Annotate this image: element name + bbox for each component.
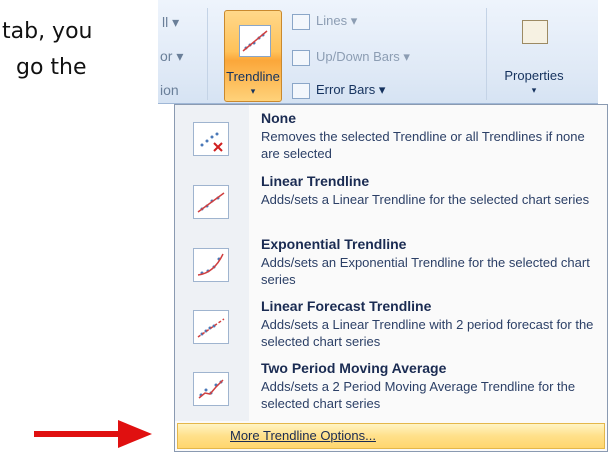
moving-average-icon [193, 372, 229, 406]
more-trendline-options-item[interactable]: More Trendline Options... [177, 423, 605, 449]
menu-item-exponential-trendline[interactable]: Exponential Trendline Adds/sets an Expon… [175, 234, 607, 297]
properties-icon [522, 20, 548, 44]
linear-trendline-icon [193, 185, 229, 219]
ribbon-separator [207, 8, 208, 100]
menu-item-title: Linear Trendline [261, 173, 370, 189]
lines-icon [292, 14, 310, 30]
ribbon-fragment-1[interactable]: ll ▾ [162, 14, 179, 31]
up-down-bars-label: Up/Down Bars ▾ [316, 49, 410, 64]
ribbon: ll ▾ or ▾ ion Trendline ▾ Lines ▾ Up/Dow… [158, 0, 598, 104]
ribbon-fragment-3[interactable]: ion [160, 82, 179, 98]
menu-item-description: Adds/sets a Linear Trendline with 2 peri… [261, 317, 594, 349]
trendline-dropdown-menu: None Removes the selected Trendline or a… [174, 104, 608, 452]
chevron-down-icon: ▾ [531, 86, 537, 96]
red-arrow-icon [34, 420, 152, 448]
menu-item-description: Adds/sets an Exponential Trendline for t… [261, 255, 590, 287]
more-trendline-options-label: More Trendline Options... [230, 428, 376, 443]
menu-item-description: Removes the selected Trendline or all Tr… [261, 129, 585, 161]
menu-item-description: Adds/sets a 2 Period Moving Average Tren… [261, 379, 576, 411]
slide-text: tab, you go the [0, 14, 150, 86]
slide-text-line-2: go the [16, 55, 87, 80]
linear-forecast-trendline-icon [193, 310, 229, 344]
up-down-bars-icon [292, 50, 310, 66]
chevron-down-icon: ▾ [250, 87, 256, 97]
trendline-label: Trendline [226, 69, 280, 84]
lines-label: Lines ▾ [316, 13, 358, 28]
exponential-trendline-icon [193, 248, 229, 282]
menu-item-two-period-moving-average[interactable]: Two Period Moving Average Adds/sets a 2 … [175, 358, 607, 421]
trendline-button[interactable]: Trendline ▾ [224, 10, 282, 102]
menu-item-linear-trendline[interactable]: Linear Trendline Adds/sets a Linear Tren… [175, 171, 607, 234]
slide-text-line-1: tab, you [2, 19, 93, 44]
menu-item-none[interactable]: None Removes the selected Trendline or a… [175, 108, 607, 171]
properties-label: Properties [504, 68, 564, 83]
menu-item-title: Exponential Trendline [261, 236, 407, 252]
menu-item-title: Linear Forecast Trendline [261, 298, 432, 314]
menu-item-linear-forecast-trendline[interactable]: Linear Forecast Trendline Adds/sets a Li… [175, 296, 607, 359]
trendline-none-icon [193, 122, 229, 156]
error-bars-label: Error Bars ▾ [316, 82, 386, 97]
error-bars-icon [292, 83, 310, 99]
ribbon-separator [486, 8, 487, 100]
properties-button[interactable]: Properties ▾ [496, 12, 572, 96]
ribbon-fragment-2[interactable]: or ▾ [160, 48, 183, 65]
trendline-icon [239, 25, 271, 57]
menu-item-title: None [261, 110, 296, 126]
menu-item-title: Two Period Moving Average [261, 360, 447, 376]
menu-item-description: Adds/sets a Linear Trendline for the sel… [261, 192, 590, 207]
